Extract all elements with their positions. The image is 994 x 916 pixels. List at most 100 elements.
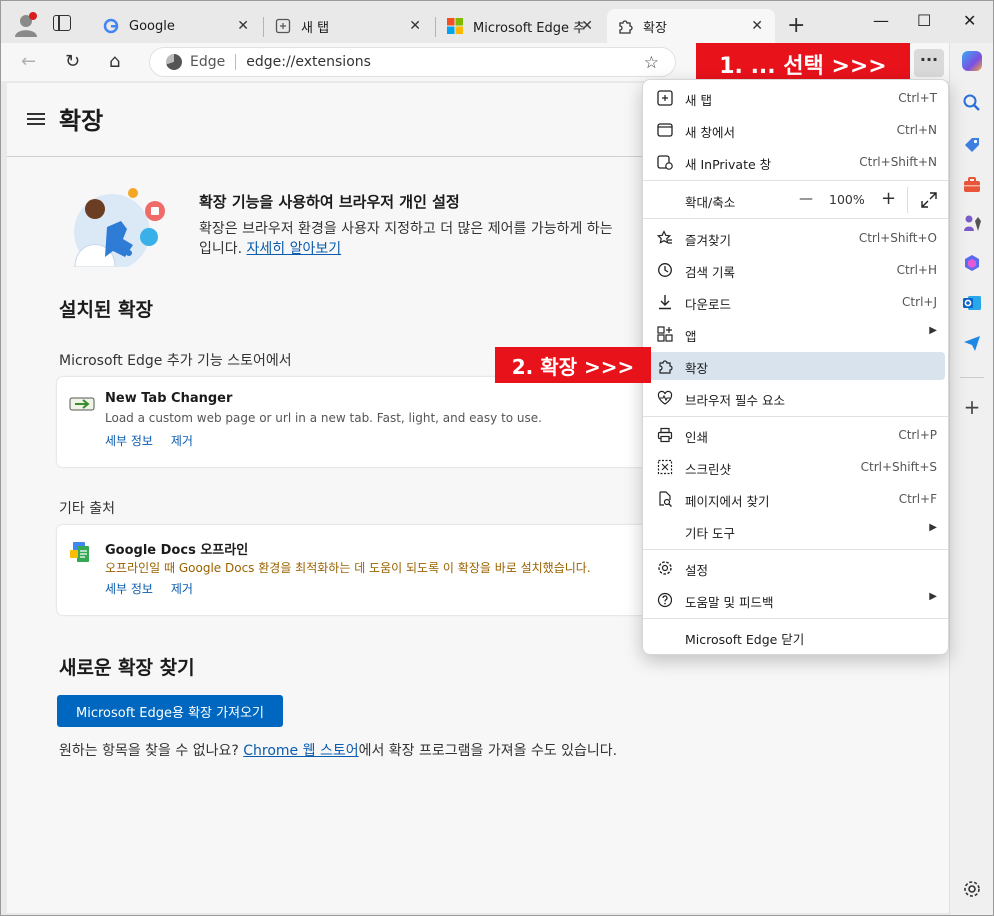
sidebar-divider [960,377,984,378]
menu-item-close-edge[interactable]: Microsoft Edge 닫기 [649,623,945,651]
search-icon[interactable] [962,93,982,113]
menu-item-new-inprivate[interactable]: 새 InPrivate 창 Ctrl+Shift+N [649,148,945,176]
menu-item-label: 다운로드 [685,297,732,312]
help-icon [657,592,673,608]
settings-menu: 새 탭 Ctrl+T 새 창에서 Ctrl+N 새 InPrivate 창 Ct… [642,79,949,655]
menu-item-label: 페이지에서 찾기 [685,494,770,509]
extension-name: Google Docs 오프라인 [105,543,249,558]
footer-suffix: 에서 확장 프로그램을 가져올 수도 있습니다. [358,743,618,759]
tab-edge-addons[interactable]: Microsoft Edge 추가 ✕ [437,9,605,43]
close-icon[interactable]: ✕ [581,18,593,34]
details-link[interactable]: 세부 정보 [105,582,153,596]
menu-hamburger-icon[interactable] [27,113,45,125]
new-tab-changer-icon [69,397,95,411]
learn-more-link[interactable]: 자세히 알아보기 [247,241,342,257]
favorite-star-icon[interactable]: ☆ [644,53,659,73]
back-arrow-icon[interactable]: ← [21,51,36,72]
extension-description: Load a custom web page or url in a new t… [105,411,542,425]
browser-window: Google ✕ 새 탭 ✕ Microsoft Edge 추가 ✕ 확장 ✕ … [0,0,994,916]
menu-item-shortcut: Ctrl+H [896,263,937,277]
games-icon[interactable] [962,213,982,233]
menu-item-apps[interactable]: 앱 ▶ [649,320,945,348]
footer-prefix: 원하는 항목을 찾을 수 없나요? [59,743,239,759]
menu-item-extensions[interactable]: 확장 [649,352,945,380]
zoom-out-button[interactable]: — [799,191,813,207]
address-bar[interactable]: Edge edge://extensions ☆ [149,47,676,77]
home-icon[interactable]: ⌂ [109,51,120,72]
menu-item-find[interactable]: 페이지에서 찾기 Ctrl+F [649,485,945,513]
tab-title: 새 탭 [301,20,330,36]
menu-item-downloads[interactable]: 다운로드 Ctrl+J [649,288,945,316]
menu-item-new-window[interactable]: 새 창에서 Ctrl+N [649,116,945,144]
new-tab-icon [275,18,291,34]
close-icon[interactable]: ✕ [751,18,763,34]
tab-extensions[interactable]: 확장 ✕ [607,9,775,43]
chrome-web-store-link[interactable]: Chrome 웹 스토어 [243,743,358,759]
get-extensions-button[interactable]: Microsoft Edge용 확장 가져오기 [57,695,283,727]
menu-item-settings[interactable]: 설정 [649,554,945,582]
download-icon [659,295,671,310]
maximize-button[interactable]: ☐ [917,11,931,30]
tab-separator [263,17,264,37]
menu-item-screenshot[interactable]: 스크린샷 Ctrl+Shift+S [649,453,945,481]
store-source-heading: Microsoft Edge 추가 기능 스토어에서 [59,353,292,369]
menu-item-print[interactable]: 인쇄 Ctrl+P [649,421,945,449]
settings-and-more-button[interactable]: ··· [914,49,944,77]
copilot-icon[interactable] [962,51,982,71]
edge-logo-icon [166,54,182,70]
divider [235,54,237,70]
microsoft-icon [447,18,463,34]
tab-actions-icon[interactable] [53,15,71,31]
gear-icon [658,561,672,575]
menu-item-history[interactable]: 검색 기록 Ctrl+H [649,256,945,284]
menu-item-zoom: 확대/축소 — 100% + [649,185,945,215]
profile-avatar-icon[interactable] [13,11,39,37]
shopping-tag-icon[interactable] [962,135,982,155]
refresh-icon[interactable]: ↻ [65,51,80,72]
tab-google[interactable]: Google ✕ [93,9,261,43]
menu-item-essentials[interactable]: 브라우저 필수 요소 [649,384,945,412]
menu-item-label: Microsoft Edge 닫기 [685,632,805,647]
details-link[interactable]: 세부 정보 [105,434,153,448]
tools-icon[interactable] [962,175,982,195]
menu-divider [643,218,948,219]
url-text[interactable]: edge://extensions [246,54,371,70]
close-icon[interactable]: ✕ [409,18,421,34]
menu-item-label: 도움말 및 피드백 [685,595,774,610]
microsoft-365-icon[interactable] [962,253,982,273]
hero-desc-line2: 입니다. 자세히 알아보기 [199,239,641,259]
extension-icon [659,360,673,374]
outlook-icon[interactable] [962,293,982,313]
menu-item-label: 즐겨찾기 [685,233,732,248]
menu-divider [643,416,948,417]
menu-item-label: 새 InPrivate 창 [685,157,772,172]
close-icon[interactable]: ✕ [237,18,249,34]
menu-item-shortcut: Ctrl+P [898,428,937,442]
menu-divider [643,549,948,550]
gear-icon[interactable] [962,879,982,899]
add-icon[interactable]: + [962,397,982,417]
extension-card: New Tab Changer Load a custom web page o… [57,377,657,467]
menu-item-new-tab[interactable]: 새 탭 Ctrl+T [649,84,945,112]
minimize-button[interactable]: — [873,11,889,30]
menu-item-shortcut: Ctrl+Shift+N [859,155,937,169]
right-sidebar: + [949,43,993,915]
hero-desc-prefix: 입니다. [199,241,243,257]
submenu-arrow-icon: ▶ [929,522,937,533]
send-icon[interactable] [962,333,982,353]
close-window-button[interactable]: ✕ [963,11,976,30]
tab-new-tab[interactable]: 새 탭 ✕ [265,9,433,43]
fullscreen-icon[interactable] [921,192,937,208]
tab-separator [435,17,436,37]
menu-item-more-tools[interactable]: 기타 도구 ▶ [649,517,945,545]
menu-item-favorites[interactable]: 즐겨찾기 Ctrl+Shift+O [649,224,945,252]
new-tab-button[interactable]: + [787,13,805,38]
remove-link[interactable]: 제거 [171,582,193,596]
extension-card: Google Docs 오프라인 오프라인일 때 Google Docs 환경을… [57,525,657,615]
menu-item-help[interactable]: 도움말 및 피드백 ▶ [649,586,945,614]
extension-description: 오프라인일 때 Google Docs 환경을 최적화하는 데 도움이 되도록 … [105,561,591,575]
zoom-in-button[interactable]: + [881,188,896,209]
zoom-level: 100% [829,192,865,207]
hero-desc-line1: 확장은 브라우저 환경을 사용자 지정하고 더 많은 제어를 가능하게 하는 [199,221,613,237]
remove-link[interactable]: 제거 [171,434,193,448]
